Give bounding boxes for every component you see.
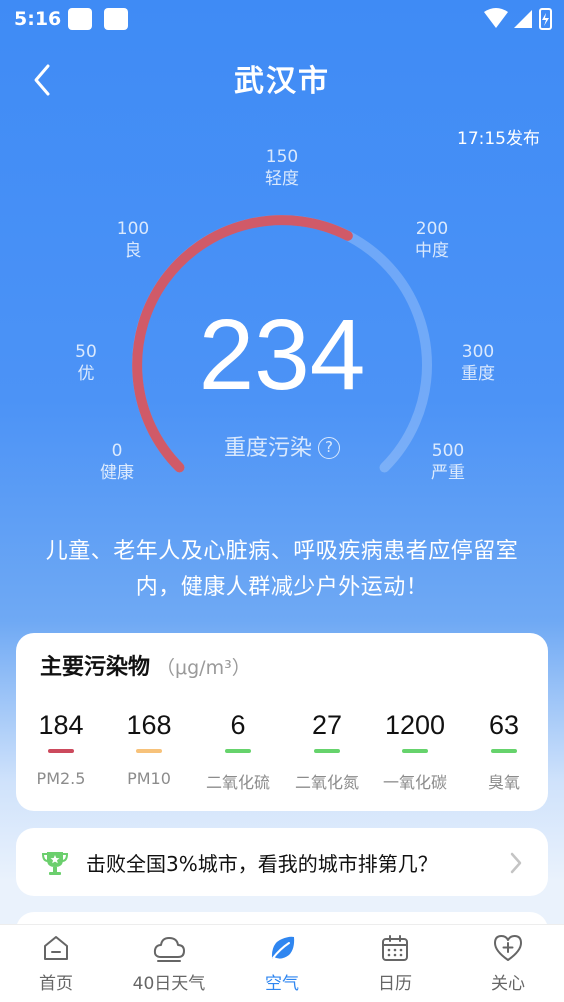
pollutant-item[interactable]: 1200 一氧化碳	[370, 709, 460, 793]
pollutant-value: 27	[311, 710, 343, 740]
trophy-icon	[41, 852, 69, 875]
notification-icon	[68, 8, 92, 30]
tab-label: 空气	[265, 974, 299, 994]
pollutant-name: PM10	[127, 769, 171, 788]
calendar-icon	[382, 935, 408, 961]
home-icon	[44, 936, 68, 960]
pollutant-level-bar	[136, 749, 162, 753]
pollutant-item[interactable]: 168 PM10	[104, 709, 194, 788]
pollutant-name: 臭氧	[487, 773, 520, 792]
pollutants-list: 184 PM2.5 168 PM10 6 二氧化硫 27 二氧化氮 1200 一…	[16, 709, 548, 792]
heart-plus-icon	[494, 935, 522, 961]
aqi-value: 234	[198, 299, 366, 411]
bottom-tab-bar: 首页 40日天气 空气 日历 关心	[0, 924, 564, 1002]
tab-label: 日历	[378, 974, 412, 994]
pollutant-name: PM2.5	[36, 769, 86, 788]
tab-calendar[interactable]: 日历	[339, 925, 451, 1002]
tab-label: 关心	[491, 974, 525, 994]
pollutant-item[interactable]: 6 二氧化硫	[193, 709, 283, 793]
pollutants-unit: （μg/m³）	[156, 657, 251, 679]
pollutant-value: 6	[230, 710, 246, 740]
scale-tick-150: 150 轻度	[265, 147, 299, 189]
system-icons	[482, 6, 554, 37]
pollutant-value: 63	[488, 710, 520, 740]
status-time: 5:16	[14, 8, 62, 30]
pollutant-level-bar	[225, 749, 251, 753]
cloud-icon	[153, 937, 185, 962]
tab-home[interactable]: 首页	[0, 925, 112, 1002]
pollutant-name: 一氧化碳	[382, 773, 447, 792]
top-bar: 武汉市	[0, 48, 564, 104]
help-icon[interactable]: ?	[318, 437, 340, 459]
pollutant-value: 184	[38, 710, 84, 740]
status-bar: 5:16	[0, 0, 564, 40]
pollutant-level-bar	[402, 749, 428, 753]
tab-label: 40日天气	[132, 974, 206, 994]
pollutant-item[interactable]: 184 PM2.5	[16, 709, 106, 788]
pollutants-card: 主要污染物 （μg/m³） 184 PM2.5 168 PM10 6 二氧化硫 2…	[16, 633, 548, 811]
notification-icon	[104, 8, 128, 30]
leaf-icon	[271, 936, 295, 959]
pollutant-item[interactable]: 27 二氧化氮	[282, 709, 372, 793]
ranking-text: 击败全国3%城市，看我的城市排第几？	[86, 852, 438, 876]
scale-tick-100: 100 良	[116, 219, 150, 261]
pollutant-item[interactable]: 63 臭氧	[459, 709, 549, 793]
pollutant-value: 1200	[384, 710, 446, 740]
chevron-right-icon	[510, 852, 522, 874]
signal-icon	[514, 10, 532, 28]
city-ranking-card[interactable]: 击败全国3%城市，看我的城市排第几？	[16, 828, 548, 896]
tab-label: 首页	[39, 974, 73, 994]
tab-care[interactable]: 关心	[452, 925, 564, 1002]
pollutant-value: 168	[126, 710, 172, 740]
aqi-level-label: 重度污染	[223, 436, 312, 461]
pollutant-level-bar	[48, 749, 74, 753]
aqi-level[interactable]: 重度污染?	[0, 430, 564, 462]
scale-tick-200: 200 中度	[415, 219, 449, 261]
pollutant-level-bar	[314, 749, 340, 753]
pollutant-level-bar	[491, 749, 517, 753]
pollutant-name: 二氧化氮	[294, 773, 359, 792]
tab-40day-weather[interactable]: 40日天气	[113, 925, 225, 1002]
health-advice: 儿童、老年人及心脏病、呼吸疾病患者应停留室内，健康人群减少户外运动！	[45, 539, 519, 600]
pollutants-title: 主要污染物 （μg/m³）	[40, 655, 251, 680]
wifi-icon	[484, 8, 508, 28]
pollutant-name: 二氧化硫	[205, 773, 270, 792]
city-title: 武汉市	[234, 64, 330, 99]
tab-air[interactable]: 空气	[226, 925, 338, 1002]
